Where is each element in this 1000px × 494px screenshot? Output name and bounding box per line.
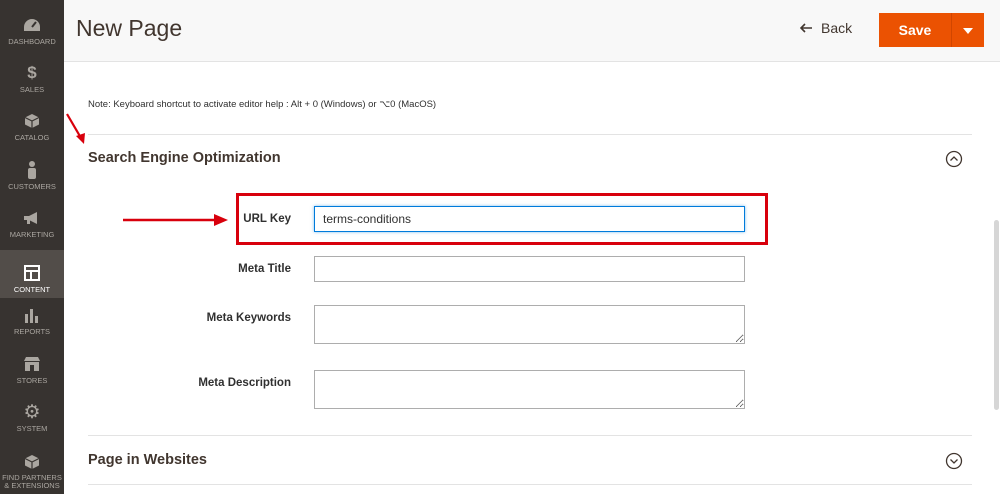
nav-label-marketing: MARKETING <box>9 230 55 239</box>
arrow-left-icon <box>799 20 813 36</box>
nav-item-sales[interactable]: $ SALES <box>0 50 64 98</box>
nav-label-customers: CUSTOMERS <box>8 182 56 191</box>
back-label: Back <box>821 20 853 36</box>
nav-item-marketing[interactable]: MARKETING <box>0 195 64 243</box>
chevron-down-circle-icon[interactable] <box>945 452 963 470</box>
editor-help-note: Note: Keyboard shortcut to activate edit… <box>88 99 437 110</box>
bar-chart-icon <box>22 305 42 325</box>
section-divider <box>88 134 972 135</box>
nav-label-catalog: CATALOG <box>14 133 50 142</box>
megaphone-icon <box>22 208 42 228</box>
nav-item-reports[interactable]: REPORTS <box>0 292 64 340</box>
save-options-toggle[interactable] <box>952 13 984 47</box>
chevron-up-circle-icon[interactable] <box>945 150 963 168</box>
annotation-arrow-icon <box>64 112 88 151</box>
nav-item-stores[interactable]: STORES <box>0 341 64 389</box>
store-icon <box>22 354 42 374</box>
section-divider <box>88 435 972 436</box>
scrollbar[interactable] <box>994 220 999 410</box>
nav-label-sales: SALES <box>19 85 45 94</box>
save-button[interactable]: Save <box>879 13 952 47</box>
caret-down-icon <box>963 21 973 39</box>
seo-section-title[interactable]: Search Engine Optimization <box>88 150 281 166</box>
nav-item-content[interactable]: CONTENT <box>0 250 64 298</box>
nav-item-customers[interactable]: CUSTOMERS <box>0 147 64 195</box>
back-button[interactable]: Back <box>799 20 853 36</box>
nav-item-catalog[interactable]: CATALOG <box>0 98 64 146</box>
save-button-group: Save <box>879 13 984 47</box>
nav-label-dashboard: DASHBOARD <box>8 37 56 46</box>
meta-title-input[interactable] <box>314 256 745 282</box>
meta-description-textarea[interactable] <box>314 370 745 409</box>
websites-section-title[interactable]: Page in Websites <box>88 452 207 468</box>
cube-icon <box>22 452 42 471</box>
url-key-label: URL Key <box>243 213 291 225</box>
meta-description-label: Meta Description <box>198 377 291 389</box>
meta-title-label: Meta Title <box>238 263 291 275</box>
page-header: New Page Back Save <box>64 0 1000 62</box>
nav-item-system[interactable]: ⚙ SYSTEM <box>0 389 64 437</box>
nav-item-find-partners[interactable]: FIND PARTNERS & EXTENSIONS <box>0 446 64 494</box>
gear-icon: ⚙ <box>23 401 41 423</box>
url-key-input[interactable] <box>314 206 745 232</box>
section-divider <box>88 484 972 485</box>
nav-item-dashboard[interactable]: DASHBOARD <box>0 2 64 50</box>
nav-label-stores: STORES <box>16 376 48 385</box>
layout-icon <box>22 263 42 283</box>
admin-sidebar: DASHBOARD $ SALES CATALOG CUSTOMERS MARK… <box>0 0 64 494</box>
box-icon <box>22 111 42 131</box>
page-title: New Page <box>76 15 183 41</box>
person-icon <box>22 160 42 180</box>
dashboard-icon <box>22 15 42 35</box>
dollar-icon: $ <box>27 63 37 82</box>
meta-keywords-label: Meta Keywords <box>206 312 291 324</box>
meta-keywords-textarea[interactable] <box>314 305 745 344</box>
nav-label-find-partners: FIND PARTNERS & EXTENSIONS <box>2 473 62 490</box>
nav-label-reports: REPORTS <box>13 327 51 336</box>
nav-label-system: SYSTEM <box>16 424 48 433</box>
